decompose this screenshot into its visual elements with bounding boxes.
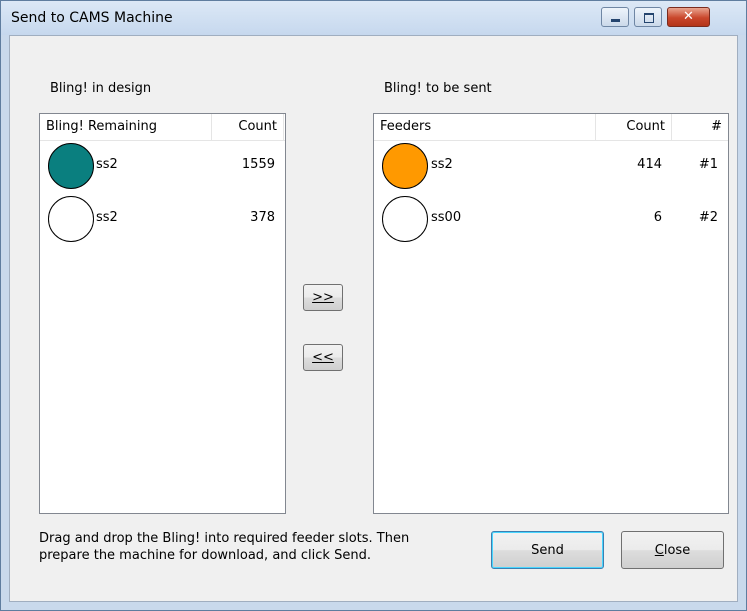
feeder-bling-name: ss00 (431, 210, 462, 225)
list-item[interactable]: ss2 1559 (40, 141, 285, 191)
title-bar[interactable]: Send to CAMS Machine ✕ (1, 1, 746, 35)
close-window-button[interactable]: ✕ (667, 7, 710, 27)
feeder-bling-name: ss2 (431, 157, 453, 172)
move-left-label: << (312, 350, 334, 365)
instructions-line-1: Drag and drop the Bling! into required f… (39, 531, 410, 546)
close-button[interactable]: Close (621, 531, 724, 569)
bling-color-swatch (48, 143, 94, 189)
bling-count: 1559 (241, 157, 275, 172)
bling-remaining-list[interactable]: Bling! Remaining Count ss2 1559 ss2 378 (39, 113, 286, 514)
column-header-feeders[interactable]: Feeders (374, 114, 596, 140)
feeder-color-swatch (382, 143, 428, 189)
bling-name: ss2 (96, 210, 118, 225)
feeder-count: 6 (653, 210, 662, 225)
maximize-button[interactable] (634, 7, 662, 27)
minimize-icon (611, 19, 620, 22)
bling-to-be-sent-label: Bling! to be sent (384, 81, 492, 96)
window-title: Send to CAMS Machine (11, 10, 173, 26)
move-right-button[interactable]: >> (303, 284, 343, 311)
move-right-label: >> (312, 290, 334, 305)
list-item[interactable]: ss00 6 #2 (374, 194, 728, 244)
move-left-button[interactable]: << (303, 344, 343, 371)
bling-name: ss2 (96, 157, 118, 172)
close-button-rest: lose (663, 542, 691, 558)
close-button-mnemonic: C (654, 542, 664, 558)
bling-color-swatch (48, 196, 94, 242)
maximize-icon (644, 13, 654, 23)
column-header-slot[interactable]: # (672, 114, 728, 140)
feeder-slot: #1 (698, 157, 718, 172)
instructions-text: Drag and drop the Bling! into required f… (39, 530, 409, 564)
column-header-bling-remaining[interactable]: Bling! Remaining (40, 114, 212, 140)
feeder-color-swatch (382, 196, 428, 242)
list-header: Feeders Count # (374, 114, 728, 141)
send-to-cams-dialog: Send to CAMS Machine ✕ Bling! in design … (0, 0, 747, 611)
list-header: Bling! Remaining Count (40, 114, 285, 141)
column-header-count[interactable]: Count (212, 114, 284, 140)
minimize-button[interactable] (601, 7, 629, 27)
column-header-count[interactable]: Count (596, 114, 672, 140)
bling-in-design-label: Bling! in design (50, 81, 152, 96)
instructions-line-2: prepare the machine for download, and cl… (39, 548, 371, 563)
dialog-client-area: Bling! in design Bling! Remaining Count … (9, 35, 738, 602)
send-button[interactable]: Send (491, 531, 604, 569)
feeder-count: 414 (637, 157, 662, 172)
feeders-list[interactable]: Feeders Count # ss2 414 #1 ss00 6 #2 (373, 113, 729, 514)
bling-count: 378 (250, 210, 275, 225)
feeder-slot: #2 (698, 210, 718, 225)
list-item[interactable]: ss2 414 #1 (374, 141, 728, 191)
list-item[interactable]: ss2 378 (40, 194, 285, 244)
close-icon: ✕ (683, 9, 694, 24)
